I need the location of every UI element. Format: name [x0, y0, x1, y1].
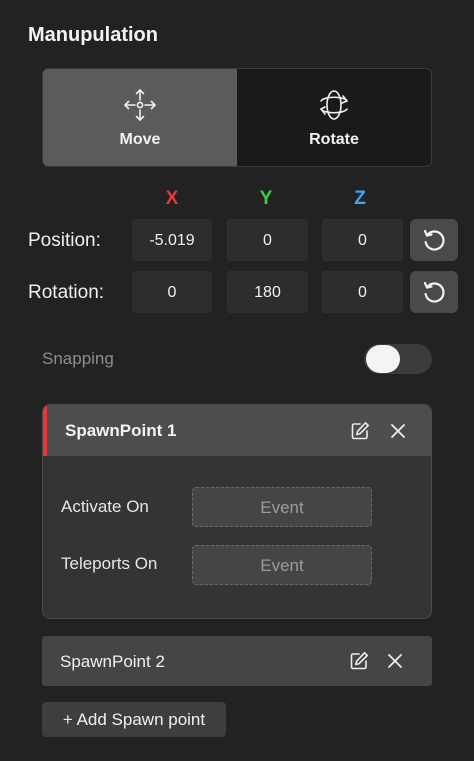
snapping-toggle[interactable] — [364, 344, 432, 374]
move-mode-label: Move — [119, 130, 161, 148]
spawn-point-card-collapsed[interactable]: SpawnPoint 2 — [42, 636, 432, 686]
axis-x-label: X — [165, 188, 179, 209]
activate-on-event-button[interactable]: Event — [192, 487, 372, 527]
rotation-label: Rotation: — [28, 282, 105, 303]
panel-title: Manupulation — [28, 24, 158, 46]
position-y-input[interactable]: 0 — [227, 219, 308, 261]
spawn-point-card: SpawnPoint 1 Activate On Event Teleports… — [42, 404, 432, 619]
spawn-point-name: SpawnPoint 2 — [60, 652, 165, 671]
close-icon[interactable] — [387, 420, 409, 442]
rotate-mode-button[interactable]: Rotate — [237, 69, 431, 166]
move-mode-button[interactable]: Move — [43, 69, 237, 166]
rotate-orbit-icon — [320, 89, 348, 120]
snapping-label: Snapping — [42, 349, 114, 368]
activate-on-label: Activate On — [61, 497, 149, 516]
edit-icon[interactable] — [349, 420, 371, 442]
position-x-input[interactable]: -5.019 — [132, 219, 212, 261]
spawn-point-name: SpawnPoint 1 — [65, 421, 177, 440]
edit-icon[interactable] — [348, 650, 370, 672]
add-spawn-point-button[interactable]: + Add Spawn point — [42, 702, 226, 737]
toggle-knob — [366, 345, 400, 373]
move-arrows-icon — [124, 88, 156, 121]
rotation-reset-button[interactable] — [410, 271, 458, 313]
position-z-input[interactable]: 0 — [322, 219, 403, 261]
reset-icon — [423, 281, 445, 303]
mode-segmented-control: Move Rotate — [42, 68, 432, 167]
spawn-point-header[interactable]: SpawnPoint 1 — [43, 405, 431, 456]
position-label: Position: — [28, 230, 101, 251]
teleports-on-label: Teleports On — [61, 554, 158, 573]
rotate-mode-label: Rotate — [309, 130, 359, 148]
axis-z-label: Z — [354, 188, 366, 209]
reset-icon — [423, 229, 445, 251]
rotation-y-input[interactable]: 180 — [227, 271, 308, 313]
teleports-on-event-button[interactable]: Event — [192, 545, 372, 585]
rotation-x-input[interactable]: 0 — [132, 271, 212, 313]
close-icon[interactable] — [384, 650, 406, 672]
rotation-z-input[interactable]: 0 — [322, 271, 403, 313]
axis-y-label: Y — [259, 188, 273, 209]
position-reset-button[interactable] — [410, 219, 458, 261]
manipulation-panel: Manupulation Move Rotate X Y Z Position:… — [0, 0, 474, 761]
